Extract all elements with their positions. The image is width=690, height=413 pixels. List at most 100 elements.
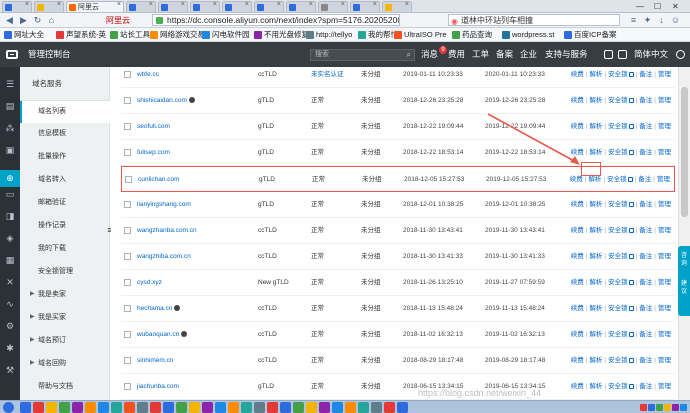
taskbar-app-icon[interactable] — [397, 402, 408, 413]
taskbar-app-icon[interactable] — [176, 402, 187, 413]
action-note-link[interactable]: 备注 — [639, 305, 652, 312]
shield-icon[interactable]: ◈ — [5, 233, 15, 243]
action-lock-link[interactable]: 安全锁 — [607, 176, 627, 183]
tab-close-icon[interactable]: × — [245, 1, 249, 8]
taskbar-app-icon[interactable] — [98, 402, 109, 413]
sidebar-item[interactable]: 安全锁管理 — [20, 263, 110, 280]
action-manage-link[interactable]: 管理 — [658, 253, 671, 260]
taskbar-app-icon[interactable] — [254, 402, 265, 413]
taskbar-app-icon[interactable] — [345, 402, 356, 413]
taskbar-app-icon[interactable] — [202, 402, 213, 413]
refresh-icon[interactable]: ↻ — [32, 15, 43, 26]
sidebar-item[interactable]: ▶ 我是买家 — [20, 309, 110, 326]
list-icon[interactable]: ▤ — [5, 101, 15, 111]
action-dns-link[interactable]: 解析 — [589, 227, 602, 234]
action-lock-link[interactable]: 安全锁 — [608, 331, 628, 338]
action-lock-link[interactable]: 安全锁 — [608, 227, 628, 234]
action-lock-link[interactable]: 安全锁 — [608, 97, 628, 104]
action-manage-link[interactable]: 管理 — [658, 357, 671, 364]
taskbar-app-icon[interactable] — [33, 402, 44, 413]
taskbar-app-icon[interactable] — [59, 402, 70, 413]
action-renew-link[interactable]: 续费 — [571, 97, 584, 104]
globe-icon[interactable]: ⊕ — [0, 170, 20, 187]
tab-close-icon[interactable]: × — [149, 1, 153, 8]
row-checkbox[interactable] — [124, 357, 131, 364]
taskbar-app-icon[interactable] — [72, 402, 83, 413]
bookmark-item[interactable]: 不用光盘修复 — [254, 30, 309, 40]
domain-link[interactable]: lianyingshang.com — [137, 192, 191, 218]
taskbar-app-icon[interactable] — [46, 402, 57, 413]
action-dns-link[interactable]: 解析 — [589, 279, 602, 286]
action-dns-link[interactable]: 解析 — [589, 305, 602, 312]
window-min-button[interactable]: — — [636, 1, 644, 12]
bookmark-item[interactable]: 我的帮忙 — [358, 30, 398, 40]
browser-tab[interactable]: × — [126, 1, 156, 12]
action-note-link[interactable]: 备注 — [639, 149, 652, 156]
taskbar-app-icon[interactable] — [358, 402, 369, 413]
browser-tab[interactable]: × — [158, 1, 188, 12]
browser-tab[interactable]: × — [2, 1, 32, 12]
row-checkbox[interactable] — [124, 97, 131, 104]
floating-help-panel[interactable]: 咨询 建议 — [678, 246, 690, 316]
action-dns-link[interactable]: 解析 — [589, 201, 602, 208]
tab-close-icon[interactable]: × — [309, 1, 313, 8]
domain-link[interactable]: hechama.cn — [137, 296, 181, 322]
tab-close-icon[interactable]: × — [373, 1, 377, 8]
grid-icon[interactable]: ☰ — [5, 79, 15, 89]
action-lock-link[interactable]: 安全锁 — [608, 201, 628, 208]
sidebar-item[interactable]: 信息模板 — [20, 125, 110, 142]
domain-link[interactable]: sinhimem.cn — [137, 348, 173, 374]
taskbar-app-icon[interactable] — [280, 402, 291, 413]
action-manage-link[interactable]: 管理 — [658, 123, 671, 130]
action-note-link[interactable]: 备注 — [639, 97, 652, 104]
row-checkbox[interactable] — [124, 383, 131, 390]
taskbar-app-icon[interactable] — [111, 402, 122, 413]
bookmark-item[interactable]: 声望系统-英 — [56, 30, 106, 40]
sidebar-item[interactable]: 操作记录 — [20, 217, 110, 234]
url-input[interactable]: https://dc.console.aliyun.com/next/index… — [152, 14, 400, 26]
browser-tab[interactable]: × — [34, 1, 64, 12]
action-renew-link[interactable]: 续费 — [571, 331, 584, 338]
taskbar-app-icon[interactable] — [332, 402, 343, 413]
domain-link[interactable]: fulisep.com — [137, 140, 170, 166]
domain-link[interactable]: wubanquan.cn — [137, 322, 188, 348]
bookmark-item[interactable]: 网址大全 — [4, 30, 44, 40]
bookmark-item[interactable]: UltraISO Pre — [394, 30, 447, 40]
browser-tab[interactable]: × — [254, 1, 284, 12]
taskbar-app-icon[interactable] — [293, 402, 304, 413]
browser-tab[interactable]: × — [286, 1, 316, 12]
browser-tab[interactable]: × — [318, 1, 348, 12]
action-note-link[interactable]: 备注 — [638, 176, 651, 183]
tray-icon[interactable] — [648, 404, 655, 411]
bookmark-item[interactable]: 站长工具 — [110, 30, 150, 40]
aliyun-logo-icon[interactable] — [6, 50, 18, 59]
action-dns-link[interactable]: 解析 — [589, 149, 602, 156]
plug-icon[interactable]: ⚙ — [5, 321, 15, 331]
action-note-link[interactable]: 备注 — [639, 123, 652, 130]
action-renew-link[interactable]: 续费 — [571, 71, 584, 78]
taskbar-app-icon[interactable] — [20, 402, 31, 413]
sidebar-item[interactable]: 域名列表 — [20, 101, 110, 123]
avatar[interactable] — [676, 50, 685, 59]
tab-close-icon[interactable]: × — [277, 1, 281, 8]
monitor-icon[interactable]: ▭ — [5, 189, 15, 199]
action-manage-link[interactable]: 管理 — [657, 176, 670, 183]
taskbar-app-icon[interactable] — [163, 402, 174, 413]
tray-icon[interactable] — [664, 404, 671, 411]
action-manage-link[interactable]: 管理 — [658, 201, 671, 208]
taskbar-app-icon[interactable] — [241, 402, 252, 413]
action-dns-link[interactable]: 解析 — [588, 176, 601, 183]
domain-link[interactable]: cysd.xyz — [137, 270, 162, 296]
bookmark-item[interactable]: 网络游戏交易 — [150, 30, 205, 40]
action-manage-link[interactable]: 管理 — [658, 227, 671, 234]
bookmark-item[interactable]: 药品查询 — [452, 30, 492, 40]
action-manage-link[interactable]: 管理 — [658, 97, 671, 104]
bookmark-item[interactable]: 闪电软件园 — [202, 30, 250, 40]
row-checkbox[interactable] — [124, 279, 131, 286]
help-icon[interactable] — [618, 50, 627, 59]
taskbar-app-icon[interactable] — [189, 402, 200, 413]
window-close-button[interactable]: ✕ — [672, 1, 679, 12]
action-dns-link[interactable]: 解析 — [589, 357, 602, 364]
taskbar-app-icon[interactable] — [384, 402, 395, 413]
action-lock-link[interactable]: 安全锁 — [608, 383, 628, 390]
